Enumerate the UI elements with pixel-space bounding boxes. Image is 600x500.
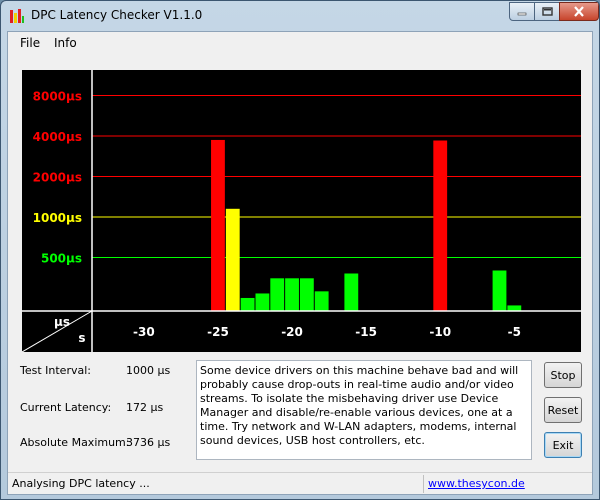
y-tick-label: 500µs	[41, 251, 82, 265]
close-button[interactable]	[559, 2, 599, 21]
menu-bar: File Info	[8, 32, 592, 54]
latency-bar	[270, 278, 285, 311]
reset-button[interactable]: Reset	[544, 397, 582, 423]
description-text: Some device drivers on this machine beha…	[196, 360, 532, 460]
app-bars-icon	[10, 9, 24, 23]
latency-chart: µs s 16000µs8000µs4000µs2000µs1000µs500µ…	[21, 49, 581, 353]
x-tick-label: -5	[508, 325, 521, 339]
minimize-icon	[517, 12, 527, 15]
minimize-button[interactable]	[509, 2, 535, 21]
corner-x-label: s	[78, 331, 85, 345]
menu-file[interactable]: File	[20, 36, 40, 50]
latency-bar	[225, 208, 240, 311]
latency-bar	[507, 305, 522, 311]
latency-bar	[299, 278, 314, 311]
latency-chart-svg: µs s 16000µs8000µs4000µs2000µs1000µs500µ…	[21, 49, 581, 353]
status-text: Analysing DPC latency ...	[12, 477, 150, 490]
maximize-icon	[541, 7, 553, 16]
y-tick-label: 4000µs	[33, 130, 82, 144]
status-separator	[423, 475, 424, 493]
stop-button[interactable]: Stop	[544, 362, 582, 388]
test-interval-value: 1000 µs	[126, 364, 171, 377]
latency-bar	[255, 293, 270, 311]
exit-button[interactable]: Exit	[544, 432, 582, 458]
app-window: DPC Latency Checker V1.1.0 File Info µs …	[0, 0, 600, 500]
x-tick-label: -25	[207, 325, 229, 339]
x-tick-label: -10	[429, 325, 451, 339]
menu-info[interactable]: Info	[54, 36, 77, 50]
y-tick-label: 1000µs	[33, 211, 82, 225]
maximize-button[interactable]	[534, 2, 560, 21]
absolute-maximum-value: 3736 µs	[126, 436, 171, 449]
latency-bar	[285, 278, 299, 311]
latency-bar	[211, 139, 225, 311]
x-tick-label: -30	[133, 325, 155, 339]
close-icon	[574, 6, 584, 17]
current-latency-label: Current Latency:	[20, 401, 112, 414]
x-tick-label: -15	[355, 325, 377, 339]
latency-bar	[344, 273, 359, 311]
client-area: File Info µs s 16000µs8000µs4000µs2000µs…	[7, 31, 593, 495]
latency-bar	[314, 291, 329, 311]
latency-bar	[492, 270, 507, 311]
y-tick-label: 2000µs	[33, 170, 82, 184]
absolute-maximum-label: Absolute Maximum:	[20, 436, 130, 449]
y-tick-label: 8000µs	[33, 89, 82, 103]
title-bar[interactable]: DPC Latency Checker V1.1.0	[1, 1, 599, 31]
current-latency-value: 172 µs	[126, 401, 164, 414]
latency-bar	[240, 297, 255, 311]
x-tick-label: -20	[281, 325, 303, 339]
test-interval-label: Test Interval:	[20, 364, 91, 377]
corner-y-label: µs	[54, 315, 70, 329]
status-bar: Analysing DPC latency ... www.thesycon.d…	[8, 472, 592, 494]
latency-bar	[433, 140, 448, 311]
window-title: DPC Latency Checker V1.1.0	[31, 8, 203, 22]
website-link[interactable]: www.thesycon.de	[428, 477, 525, 490]
